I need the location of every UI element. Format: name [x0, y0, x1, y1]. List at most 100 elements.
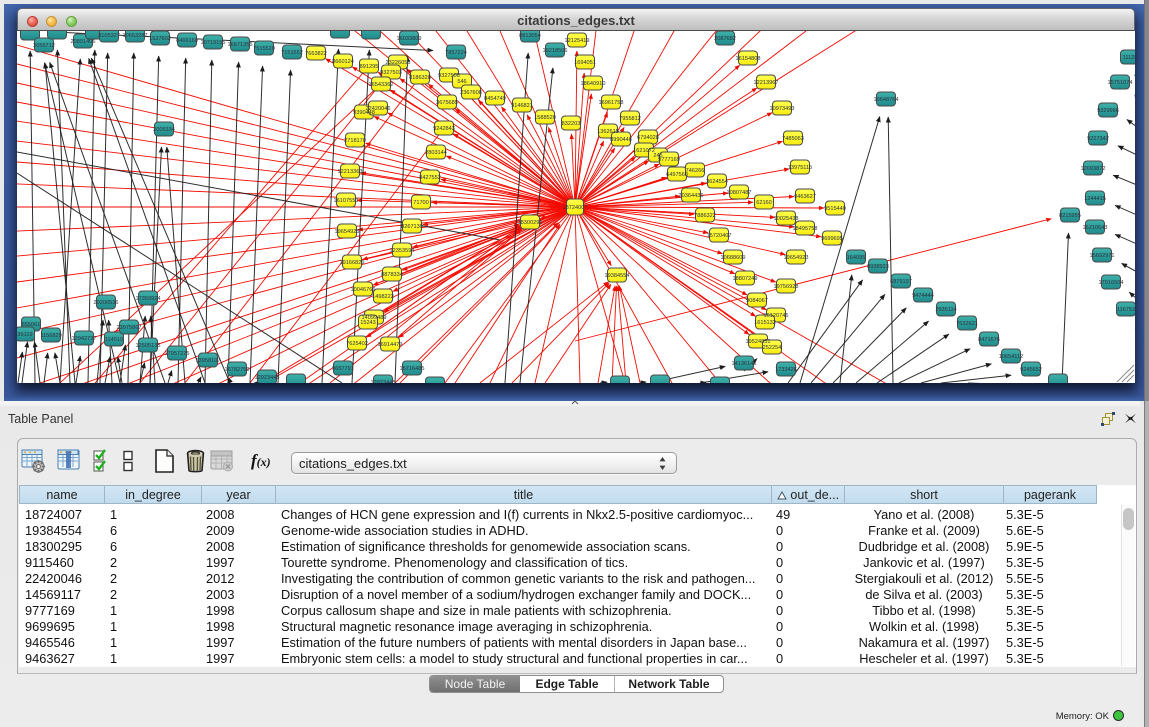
svg-text:12353594: 12353594 [390, 248, 415, 254]
svg-text:1244415: 1244415 [1084, 196, 1106, 202]
svg-text:16107553: 16107553 [334, 198, 359, 204]
svg-text:7625402: 7625402 [346, 341, 368, 347]
svg-text:7955812: 7955812 [619, 116, 641, 122]
svg-text:9515440: 9515440 [824, 206, 846, 212]
svg-text:10025438: 10025438 [774, 216, 799, 222]
svg-text:9245652: 9245652 [1020, 367, 1042, 373]
svg-text:12213967: 12213967 [754, 80, 779, 86]
svg-text:1733426: 1733426 [775, 367, 797, 373]
svg-text:23975867: 23975867 [117, 325, 142, 331]
svg-text:12125419: 12125419 [565, 38, 590, 44]
svg-text:116753: 116753 [1117, 307, 1135, 313]
svg-text:9474444: 9474444 [912, 293, 934, 299]
svg-text:10688609: 10688609 [721, 255, 746, 261]
svg-text:9777169: 9777169 [658, 157, 680, 163]
svg-text:12213363: 12213363 [338, 169, 363, 175]
svg-text:16033809: 16033809 [397, 36, 422, 42]
svg-text:10719155: 10719155 [201, 40, 226, 46]
svg-text:1156829: 1156829 [40, 333, 61, 339]
svg-text:20364436: 20364436 [679, 193, 704, 199]
svg-text:9329966: 9329966 [1097, 108, 1119, 114]
svg-text:18724007: 18724007 [563, 205, 588, 211]
svg-text:832203: 832203 [562, 121, 581, 127]
svg-text:15716485: 15716485 [400, 366, 425, 372]
svg-text:12093872: 12093872 [1081, 166, 1106, 172]
svg-text:7151552: 7151552 [281, 50, 303, 56]
svg-text:9242843: 9242843 [433, 126, 455, 132]
svg-text:6794028: 6794028 [637, 135, 659, 141]
svg-text:13958107: 13958107 [196, 358, 221, 364]
svg-text:855061: 855061 [22, 322, 41, 328]
svg-text:10654112: 10654112 [999, 354, 1023, 360]
svg-text:11125: 11125 [1123, 55, 1135, 61]
svg-text:7857224: 7857224 [445, 50, 467, 56]
svg-text:546: 546 [457, 79, 466, 85]
svg-text:18495758: 18495758 [793, 226, 818, 232]
svg-text:16120746: 16120746 [764, 313, 789, 319]
svg-text:2367608: 2367608 [460, 90, 482, 96]
svg-text:16914479: 16914479 [378, 342, 403, 348]
svg-text:10046766: 10046766 [351, 287, 376, 293]
svg-text:17016504: 17016504 [1099, 280, 1124, 286]
svg-text:7663822: 7663822 [305, 51, 327, 57]
svg-text:10973493: 10973493 [770, 106, 795, 112]
svg-text:19218506: 19218506 [543, 48, 568, 54]
svg-text:7485063: 7485063 [782, 136, 804, 142]
svg-text:8813054: 8813054 [519, 33, 541, 39]
svg-text:252254: 252254 [763, 345, 782, 351]
svg-text:9657791: 9657791 [332, 366, 354, 372]
svg-text:2718170: 2718170 [344, 138, 366, 144]
svg-text:9084067: 9084067 [746, 298, 768, 304]
svg-text:16961758: 16961758 [599, 100, 624, 106]
svg-text:8466160: 8466160 [176, 38, 198, 44]
svg-text:2005334: 2005334 [153, 127, 175, 133]
svg-text:164095: 164095 [847, 255, 866, 261]
svg-text:7515520: 7515520 [253, 46, 275, 52]
svg-text:16543362: 16543362 [369, 82, 394, 88]
svg-text:10653287: 10653287 [123, 33, 148, 39]
svg-text:1527602: 1527602 [149, 36, 171, 42]
svg-text:16154808: 16154808 [736, 56, 761, 62]
svg-text:10807487: 10807487 [727, 190, 752, 196]
svg-text:18300295: 18300295 [518, 220, 543, 226]
svg-text:17359924: 17359924 [136, 296, 161, 302]
svg-text:17957225: 17957225 [165, 351, 190, 357]
svg-text:15751074: 15751074 [1108, 80, 1133, 86]
svg-text:1694051: 1694051 [574, 60, 596, 66]
svg-text:6497568: 6497568 [666, 172, 688, 178]
svg-text:9227342: 9227342 [1087, 136, 1109, 142]
svg-text:15692971: 15692971 [1090, 253, 1115, 259]
svg-text:1498222: 1498222 [372, 294, 394, 300]
svg-text:39119: 39119 [17, 332, 32, 338]
svg-text:1362615: 1362615 [597, 129, 619, 135]
svg-text:9463627: 9463627 [794, 194, 816, 200]
svg-text:7632621: 7632621 [956, 321, 978, 327]
svg-text:23226058: 23226058 [386, 60, 411, 66]
svg-text:114519: 114519 [105, 337, 123, 343]
svg-text:3675685: 3675685 [436, 100, 458, 106]
svg-text:12942737: 12942737 [72, 336, 97, 342]
svg-text:8267130: 8267130 [401, 224, 423, 230]
svg-text:16671355: 16671355 [228, 42, 253, 48]
svg-text:8938923: 8938923 [867, 264, 889, 270]
svg-text:9146821: 9146821 [511, 103, 533, 109]
svg-text:16210643: 16210643 [1083, 225, 1108, 231]
svg-text:16782759: 16782759 [225, 367, 250, 373]
svg-text:19654923: 19654923 [784, 255, 809, 261]
svg-text:20206536: 20206536 [94, 300, 119, 306]
svg-text:8186328: 8186328 [409, 75, 431, 81]
svg-text:15720407: 15720407 [707, 233, 732, 239]
svg-text:19384554: 19384554 [605, 273, 630, 279]
svg-text:6879197: 6879197 [890, 279, 912, 285]
svg-text:13975115: 13975115 [788, 165, 812, 171]
svg-text:1621072: 1621072 [633, 148, 655, 154]
svg-text:18640910: 18640910 [581, 81, 606, 87]
svg-text:8878334: 8878334 [381, 272, 403, 278]
svg-text:3624554: 3624554 [706, 179, 728, 185]
svg-text:19654925: 19654925 [335, 229, 360, 235]
svg-text:19166829: 19166829 [340, 260, 365, 266]
svg-text:8427552: 8427552 [419, 175, 441, 181]
svg-text:8215955: 8215955 [1059, 213, 1081, 219]
svg-text:18807249: 18807249 [733, 276, 758, 282]
svg-text:2055712: 2055712 [33, 43, 55, 49]
